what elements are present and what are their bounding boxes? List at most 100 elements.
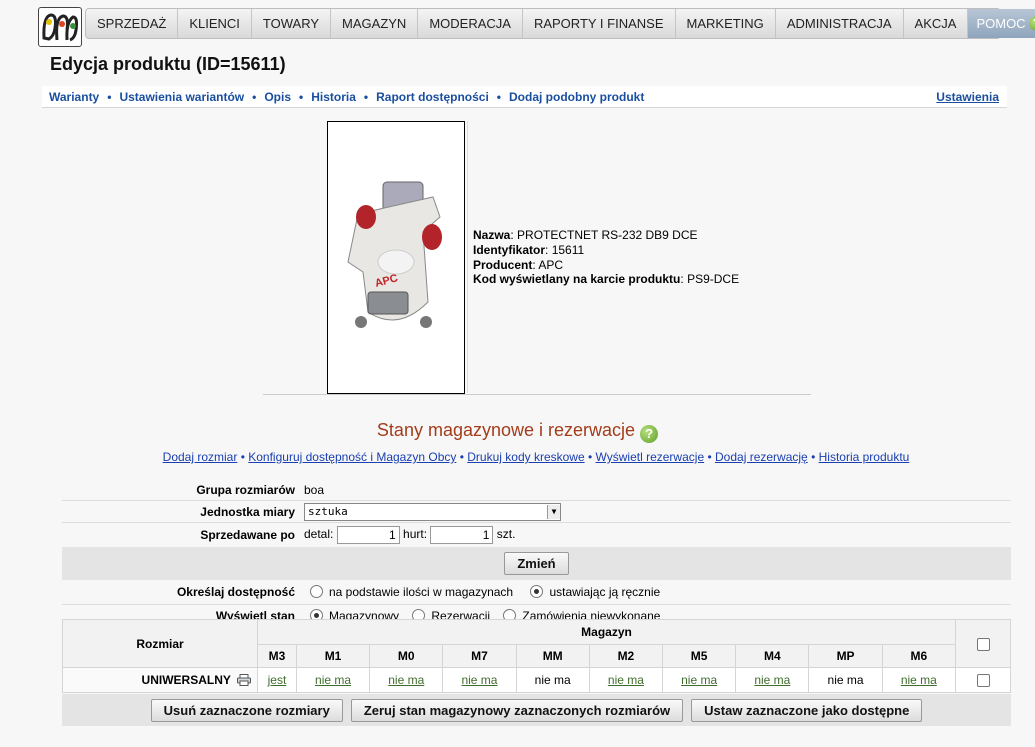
product-code-line: Kod wyświetlany na karcie produktu: PS9-… (473, 272, 740, 287)
stock-cell[interactable]: nie ma (442, 667, 517, 693)
reset-stock-button[interactable]: Zeruj stan magazynowy zaznaczonych rozmi… (350, 698, 684, 722)
warehouse-column-header: M3 (257, 644, 297, 668)
change-button[interactable]: Zmień (504, 552, 569, 575)
separator: • (240, 450, 245, 464)
nav-klienci[interactable]: KLIENCI (178, 9, 252, 38)
stock-link[interactable]: nie ma (901, 673, 937, 687)
subnav-settings[interactable]: Ustawienia (936, 90, 999, 104)
pcs-label: szt. (496, 527, 516, 542)
retail-label: detal: (304, 527, 334, 542)
stock-link[interactable]: nie ma (461, 673, 497, 687)
unit-select[interactable]: sztuka ▼ (304, 502, 561, 521)
subnav-ustawienia-wariantow[interactable]: Ustawienia wariantów (119, 90, 244, 104)
stock-link[interactable]: nie ma (315, 673, 351, 687)
availability-radio-manual[interactable] (530, 585, 544, 598)
printer-icon[interactable] (237, 674, 251, 686)
sold-by-label: Sprzedawane po (62, 522, 300, 547)
nav-sprzedaz[interactable]: SPRZEDAŻ (86, 9, 179, 38)
warehouse-column-header: M5 (662, 644, 737, 668)
stock-cell[interactable]: nie ma (369, 667, 444, 693)
stock-cell: nie ma (808, 667, 883, 693)
separator: • (496, 89, 501, 104)
size-header: Rozmiar (62, 619, 258, 668)
subnav-opis[interactable]: Opis (264, 90, 291, 104)
main-nav: SPRZEDAŻ KLIENCI TOWARY MAGAZYN MODERACJ… (85, 8, 1035, 39)
wholesale-label: hurt: (403, 527, 428, 542)
stock-cell[interactable]: nie ma (662, 667, 737, 693)
nav-administracja[interactable]: ADMINISTRACJA (776, 9, 904, 38)
stock-link[interactable]: nie ma (388, 673, 424, 687)
warehouse-column-header: MM (515, 644, 590, 668)
action-print-barcodes[interactable]: Drukuj kody kreskowe (467, 450, 584, 464)
subnav-warianty[interactable]: Warianty (49, 90, 99, 104)
warehouse-column-header: M4 (735, 644, 810, 668)
action-product-history[interactable]: Historia produktu (819, 450, 910, 464)
row-select-checkbox[interactable] (976, 674, 990, 688)
set-available-button[interactable]: Ustaw zaznaczone jako dostępne (691, 698, 923, 722)
product-id: 15611 (551, 242, 585, 257)
warehouse-grid: Rozmiar Magazyn M3 M1 M0 M7 MM M2 M5 M4 MP M6 UNI… (62, 619, 1011, 693)
size-name-cell: UNIWERSALNY (62, 667, 258, 693)
select-all-checkbox[interactable] (976, 637, 990, 651)
chevron-down-icon: ▼ (547, 504, 560, 519)
nav-magazyn[interactable]: MAGAZYN (331, 9, 419, 38)
separator: • (459, 450, 464, 464)
separator: • (363, 89, 369, 104)
availability-label: Określaj dostępność (176, 585, 295, 599)
app-logo[interactable] (38, 7, 82, 47)
wholesale-input[interactable]: 1 (430, 526, 494, 544)
stock-title: Stany magazynowe i rezerwacje (376, 420, 636, 440)
availability-radio-qty[interactable] (310, 585, 323, 598)
stock-cell[interactable]: nie ma (295, 667, 371, 693)
product-image[interactable]: APC (327, 121, 465, 394)
action-show-reservations[interactable]: Wyświetl rezerwacje (596, 450, 705, 464)
bottom-actions: Usuń zaznaczone rozmiary Zeruj stan maga… (62, 694, 1011, 726)
select-all-cell (955, 619, 1011, 668)
action-configure-availability[interactable]: Konfiguruj dostępność i Magazyn Obcy (248, 450, 456, 464)
help-icon[interactable]: ? (640, 425, 659, 443)
stock-settings-form: Grupa rozmiarów boa Jednostka miary sztu… (62, 479, 1011, 626)
action-add-size[interactable]: Dodaj rozmiar (163, 450, 238, 464)
product-producer: APC (538, 257, 564, 272)
stock-value: nie ma (534, 673, 571, 687)
stock-value: nie ma (827, 673, 864, 687)
stock-link[interactable]: nie ma (681, 673, 717, 687)
stock-actions: Dodaj rozmiar • Konfiguruj dostępność i … (0, 450, 1035, 464)
nav-raporty[interactable]: RAPORTY I FINANSE (523, 9, 676, 38)
size-group-label: Grupa rozmiarów (196, 482, 295, 497)
availability-opt-qty: na podstawie ilości w magazynach (329, 585, 514, 599)
nav-towary[interactable]: TOWARY (252, 9, 332, 38)
separator: • (107, 89, 112, 104)
retail-input[interactable]: 1 (336, 526, 400, 544)
warehouse-column-header: M1 (295, 644, 371, 668)
size-name: UNIWERSALNY (141, 673, 231, 687)
nav-moderacja[interactable]: MODERACJA (418, 9, 523, 38)
nav-help[interactable]: POMOC ? (968, 9, 1035, 38)
product-producer-line: Producent: APC (473, 257, 564, 272)
action-add-reservation[interactable]: Dodaj rezerwację (715, 450, 808, 464)
table-row: UNIWERSALNY jest nie ma nie ma nie ma nie ma… (62, 667, 1011, 693)
separator: • (587, 450, 593, 464)
nav-akcja[interactable]: AKCJA (904, 9, 969, 38)
stock-cell[interactable]: nie ma (588, 667, 664, 693)
separator: • (299, 89, 304, 104)
stock-link[interactable]: jest (268, 673, 287, 687)
subnav-raport-dostepnosci[interactable]: Raport dostępności (376, 90, 489, 104)
subnav-historia[interactable]: Historia (311, 90, 356, 104)
size-group-value: boa (304, 482, 325, 497)
warehouse-column-header: M2 (588, 644, 664, 668)
nav-marketing[interactable]: MARKETING (676, 9, 776, 38)
row-select-cell (955, 667, 1011, 693)
stock-cell[interactable]: jest (257, 667, 297, 693)
stock-link[interactable]: nie ma (608, 673, 644, 687)
stock-cell[interactable]: nie ma (881, 667, 957, 693)
nav-help-label: POMOC (976, 16, 1026, 31)
help-icon: ? (1028, 16, 1035, 31)
delete-sizes-button[interactable]: Usuń zaznaczone rozmiary (150, 698, 343, 722)
stock-link[interactable]: nie ma (754, 673, 790, 687)
warehouse-column-header: M7 (442, 644, 517, 668)
warehouse-column-header: MP (808, 644, 883, 668)
stock-cell[interactable]: nie ma (735, 667, 810, 693)
subnav-dodaj-podobny[interactable]: Dodaj podobny produkt (509, 90, 644, 104)
divider (263, 394, 811, 395)
